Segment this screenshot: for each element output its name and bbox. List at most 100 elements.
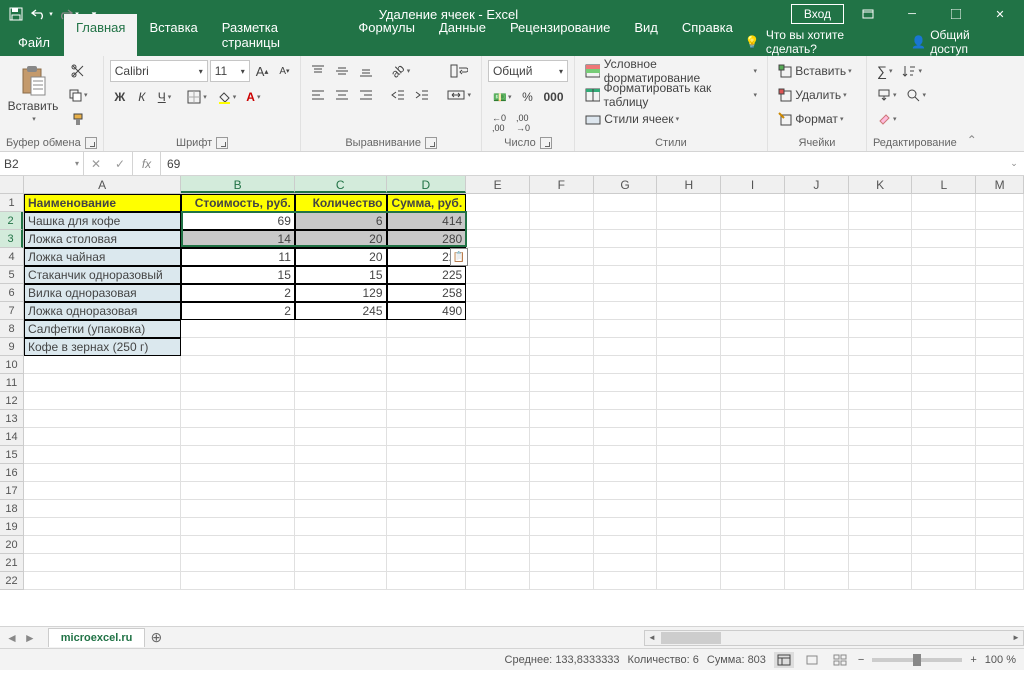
cell[interactable] bbox=[181, 482, 295, 500]
conditional-format-button[interactable]: Условное форматирование▾ bbox=[581, 60, 761, 82]
fill-button[interactable]: ▾ bbox=[873, 84, 901, 106]
cell[interactable] bbox=[594, 572, 658, 590]
font-color-button[interactable]: А▾ bbox=[242, 86, 264, 108]
cell[interactable] bbox=[721, 446, 785, 464]
cell[interactable] bbox=[657, 194, 721, 212]
cell[interactable] bbox=[657, 374, 721, 392]
cell[interactable] bbox=[657, 518, 721, 536]
cell[interactable] bbox=[849, 248, 913, 266]
cell[interactable] bbox=[181, 410, 295, 428]
cell[interactable] bbox=[912, 464, 976, 482]
tab-разметка страницы[interactable]: Разметка страницы bbox=[210, 14, 347, 56]
italic-button[interactable]: К bbox=[132, 86, 152, 108]
cell[interactable]: Вилка одноразовая bbox=[24, 284, 181, 302]
cell[interactable] bbox=[849, 392, 913, 410]
row-header-7[interactable]: 7 bbox=[0, 302, 23, 320]
sheet-prev-icon[interactable]: ◄ bbox=[6, 631, 18, 645]
undo-icon[interactable]: ▾ bbox=[30, 2, 54, 26]
cell[interactable] bbox=[785, 374, 849, 392]
cell[interactable] bbox=[24, 410, 181, 428]
cell[interactable] bbox=[976, 284, 1024, 302]
cell[interactable] bbox=[387, 572, 467, 590]
tab-рецензирование[interactable]: Рецензирование bbox=[498, 14, 622, 56]
increase-indent-button[interactable] bbox=[411, 84, 433, 106]
row-header-11[interactable]: 11 bbox=[0, 374, 23, 392]
page-layout-view-button[interactable] bbox=[802, 652, 822, 668]
column-header-J[interactable]: J bbox=[785, 176, 849, 193]
cell[interactable] bbox=[721, 212, 785, 230]
cell[interactable] bbox=[387, 410, 467, 428]
cell[interactable] bbox=[530, 482, 594, 500]
cell[interactable]: Ложка одноразовая bbox=[24, 302, 181, 320]
cell[interactable] bbox=[912, 302, 976, 320]
spreadsheet-grid[interactable]: ABCDEFGHIJKLM 12345678910111213141516171… bbox=[0, 176, 1024, 626]
cell[interactable] bbox=[181, 338, 295, 356]
cell[interactable] bbox=[912, 428, 976, 446]
alignment-launcher[interactable] bbox=[425, 137, 437, 149]
cell[interactable] bbox=[594, 320, 658, 338]
cell[interactable] bbox=[785, 464, 849, 482]
cell[interactable] bbox=[24, 428, 181, 446]
paste-button[interactable]: Вставить ▾ bbox=[6, 60, 60, 128]
cell[interactable] bbox=[530, 536, 594, 554]
cell[interactable] bbox=[976, 374, 1024, 392]
cell[interactable] bbox=[785, 554, 849, 572]
cell[interactable] bbox=[721, 194, 785, 212]
copy-button[interactable]: ▾ bbox=[64, 84, 92, 106]
column-header-D[interactable]: D bbox=[387, 176, 467, 193]
minimize-button[interactable]: ─ bbox=[892, 0, 932, 28]
cell[interactable] bbox=[912, 500, 976, 518]
cell-styles-button[interactable]: Стили ячеек▾ bbox=[581, 108, 761, 130]
row-header-4[interactable]: 4 bbox=[0, 248, 23, 266]
cell[interactable] bbox=[466, 230, 530, 248]
increase-decimal-button[interactable]: ←0,00 bbox=[488, 112, 510, 134]
column-header-F[interactable]: F bbox=[530, 176, 594, 193]
cell[interactable] bbox=[657, 572, 721, 590]
cell[interactable] bbox=[295, 482, 387, 500]
enter-formula-icon[interactable]: ✓ bbox=[108, 157, 132, 171]
name-box[interactable]: B2▾ bbox=[0, 152, 84, 175]
cell[interactable]: 6 bbox=[295, 212, 387, 230]
align-middle-button[interactable] bbox=[331, 60, 353, 82]
border-button[interactable]: ▾ bbox=[183, 86, 211, 108]
cell[interactable] bbox=[721, 320, 785, 338]
cell[interactable]: Чашка для кофе bbox=[24, 212, 181, 230]
share-button[interactable]: 👤 Общий доступ bbox=[911, 28, 1010, 56]
cell[interactable] bbox=[24, 500, 181, 518]
fx-icon[interactable]: fx bbox=[133, 152, 161, 175]
cell[interactable] bbox=[976, 266, 1024, 284]
cell[interactable] bbox=[976, 518, 1024, 536]
cell[interactable] bbox=[721, 356, 785, 374]
row-header-13[interactable]: 13 bbox=[0, 410, 23, 428]
cell[interactable] bbox=[721, 554, 785, 572]
cell[interactable] bbox=[295, 500, 387, 518]
cell[interactable] bbox=[976, 356, 1024, 374]
cell[interactable] bbox=[976, 500, 1024, 518]
zoom-slider[interactable] bbox=[872, 658, 962, 662]
cell[interactable] bbox=[594, 500, 658, 518]
cell[interactable] bbox=[785, 482, 849, 500]
cell[interactable] bbox=[295, 338, 387, 356]
cell[interactable] bbox=[657, 428, 721, 446]
tell-me-search[interactable]: 💡 Что вы хотите сделать? bbox=[745, 28, 897, 56]
cell[interactable] bbox=[912, 410, 976, 428]
cell[interactable] bbox=[785, 302, 849, 320]
sort-filter-button[interactable]: ▾ bbox=[898, 60, 926, 82]
tab-данные[interactable]: Данные bbox=[427, 14, 498, 56]
cell[interactable] bbox=[466, 374, 530, 392]
cell[interactable] bbox=[387, 356, 467, 374]
tab-вид[interactable]: Вид bbox=[622, 14, 670, 56]
cell[interactable] bbox=[912, 482, 976, 500]
cell[interactable] bbox=[594, 212, 658, 230]
cell[interactable] bbox=[387, 536, 467, 554]
cell[interactable] bbox=[976, 464, 1024, 482]
row-header-18[interactable]: 18 bbox=[0, 500, 23, 518]
cell[interactable] bbox=[295, 356, 387, 374]
cell[interactable] bbox=[181, 320, 295, 338]
cell[interactable] bbox=[657, 320, 721, 338]
cell[interactable] bbox=[721, 464, 785, 482]
horizontal-scrollbar[interactable]: ◄► bbox=[644, 630, 1024, 646]
cell[interactable] bbox=[849, 320, 913, 338]
cell[interactable] bbox=[785, 410, 849, 428]
cell[interactable] bbox=[912, 212, 976, 230]
